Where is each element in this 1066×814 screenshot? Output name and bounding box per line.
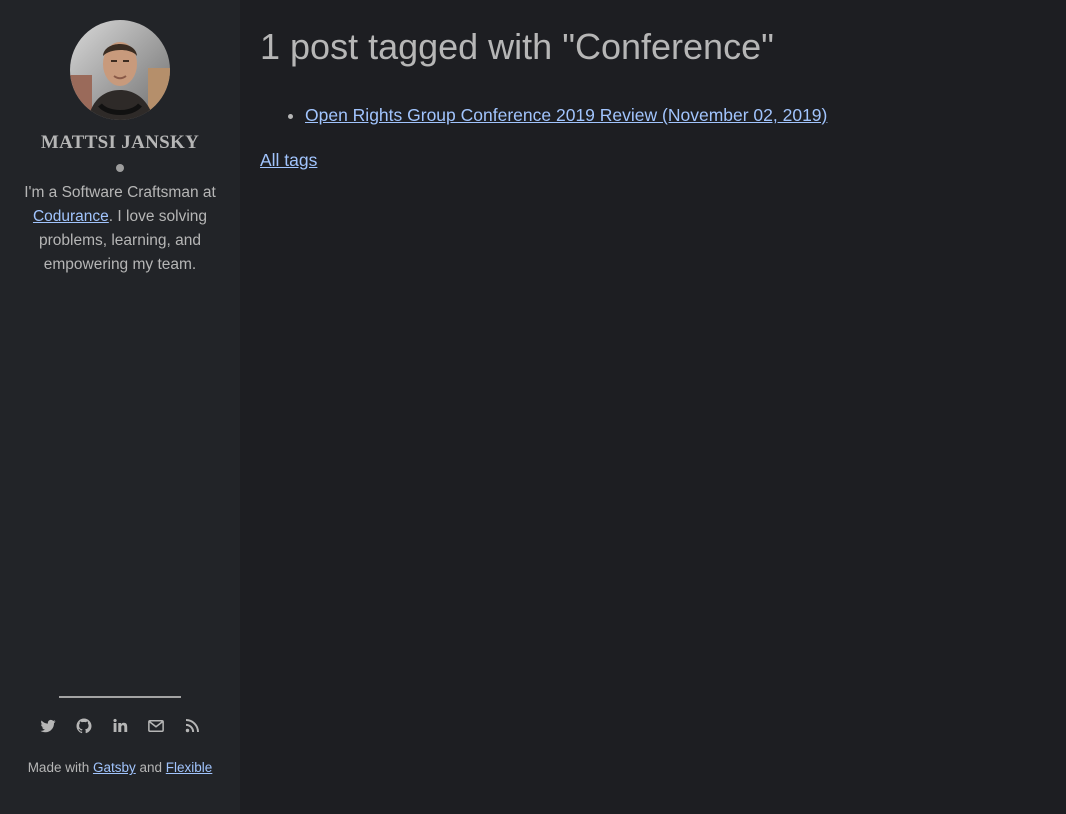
email-icon[interactable] xyxy=(147,716,166,735)
made-with-and: and xyxy=(135,760,166,775)
post-link[interactable]: Open Rights Group Conference 2019 Review… xyxy=(305,105,827,125)
avatar[interactable] xyxy=(70,20,170,120)
sidebar-divider xyxy=(59,696,181,698)
rss-icon[interactable] xyxy=(183,716,202,735)
made-with-prefix: Made with xyxy=(27,760,93,775)
bio-text-start: I'm a Software Craftsman at xyxy=(24,184,216,201)
twitter-icon[interactable] xyxy=(39,716,58,735)
author-name: Mattsi Jansky xyxy=(40,132,200,153)
main-content: 1 post tagged with "Conference" Open Rig… xyxy=(240,0,1066,814)
github-icon[interactable] xyxy=(75,716,94,735)
made-with-credit: Made with Gatsby and Flexible xyxy=(0,760,240,775)
gatsby-link[interactable]: Gatsby xyxy=(93,760,136,775)
social-links xyxy=(0,716,240,735)
dot-divider xyxy=(116,164,124,172)
list-item: Open Rights Group Conference 2019 Review… xyxy=(305,102,827,128)
post-list: Open Rights Group Conference 2019 Review… xyxy=(260,102,827,128)
codurance-link[interactable]: Codurance xyxy=(33,208,109,225)
flexible-link[interactable]: Flexible xyxy=(166,760,213,775)
linkedin-icon[interactable] xyxy=(111,716,130,735)
page-title: 1 post tagged with "Conference" xyxy=(260,26,774,67)
all-tags-link[interactable]: All tags xyxy=(260,147,317,173)
sidebar: Mattsi Jansky I'm a Software Craftsman a… xyxy=(0,0,240,814)
author-bio: I'm a Software Craftsman at Codurance. I… xyxy=(20,181,220,277)
